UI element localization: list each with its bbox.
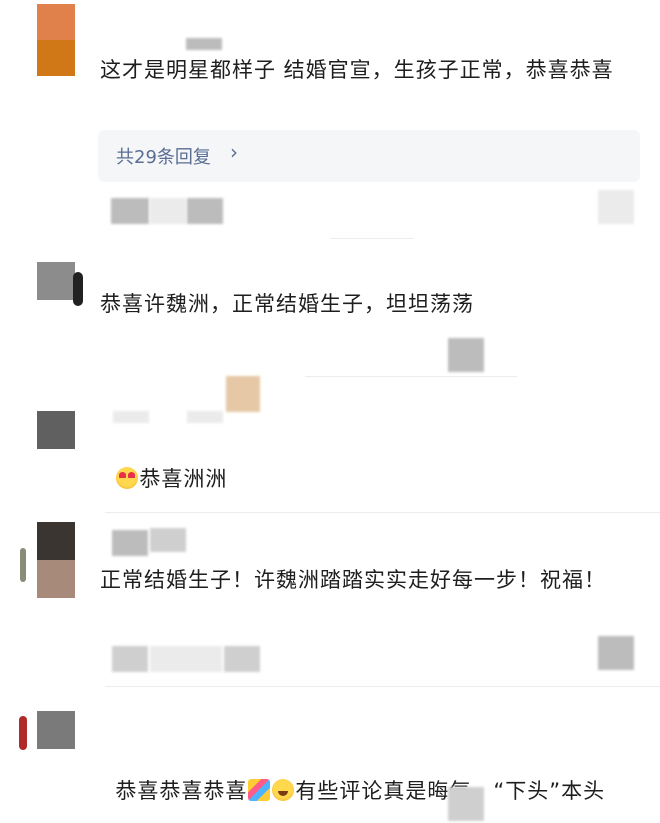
comment-text: 这才是明星都样子 结婚官宣，生孩子正常，恭喜恭喜 bbox=[100, 58, 614, 82]
like-redacted[interactable] bbox=[598, 190, 634, 224]
comment-text: 恭喜许魏洲，正常结婚生子，坦坦荡荡 bbox=[100, 292, 474, 316]
divider bbox=[305, 376, 517, 377]
like-redacted[interactable] bbox=[598, 636, 634, 670]
avatar-top bbox=[37, 522, 75, 560]
avatar-top bbox=[37, 411, 75, 449]
divider bbox=[105, 512, 660, 513]
avatar-edge bbox=[19, 716, 27, 750]
divider bbox=[330, 238, 414, 239]
avatar[interactable] bbox=[37, 522, 75, 598]
divider bbox=[105, 686, 660, 687]
smiling-face-with-hearts-emoji bbox=[116, 467, 139, 489]
party-popper-emoji bbox=[248, 779, 271, 801]
username-redacted bbox=[187, 411, 223, 423]
meta-redacted bbox=[150, 646, 222, 672]
avatar-top bbox=[37, 711, 75, 749]
avatar-bottom bbox=[37, 560, 75, 598]
comment-text-part: 恭喜恭喜恭喜 bbox=[115, 779, 248, 803]
meta-redacted bbox=[111, 198, 149, 224]
grinning-face-emoji bbox=[272, 779, 295, 801]
reply-thread-link[interactable]: 共29条回复 › bbox=[98, 130, 640, 182]
avatar[interactable] bbox=[37, 262, 75, 300]
comment-text: 正常结婚生子！许魏洲踏踏实实走好每一步！祝福！ bbox=[100, 568, 606, 592]
comment-text: 恭喜恭喜恭喜有些评论真是晦气，“下头”本头 bbox=[100, 736, 640, 810]
meta-redacted bbox=[187, 198, 223, 224]
image-redacted bbox=[226, 376, 260, 412]
avatar-top bbox=[37, 262, 75, 300]
comment-text: 恭喜洲洲 bbox=[100, 424, 640, 498]
like-redacted[interactable] bbox=[448, 338, 484, 372]
avatar-bottom bbox=[37, 40, 75, 76]
username-redacted bbox=[113, 411, 149, 423]
avatar[interactable] bbox=[37, 4, 75, 76]
chevron-right-icon: › bbox=[230, 140, 238, 164]
avatar-edge bbox=[73, 272, 83, 306]
comment-text-part: 恭喜洲洲 bbox=[139, 467, 228, 491]
reply-count-label[interactable]: 共29条回复 bbox=[116, 143, 211, 169]
username-redacted bbox=[112, 530, 148, 556]
meta-redacted bbox=[224, 646, 260, 672]
username-redacted bbox=[186, 38, 222, 50]
avatar[interactable] bbox=[37, 711, 75, 749]
username-redacted bbox=[150, 528, 186, 552]
meta-redacted bbox=[150, 198, 186, 224]
avatar-top bbox=[37, 4, 75, 40]
avatar[interactable] bbox=[37, 411, 75, 449]
like-redacted[interactable] bbox=[448, 787, 484, 821]
meta-redacted bbox=[112, 646, 148, 672]
avatar-edge bbox=[20, 548, 26, 582]
